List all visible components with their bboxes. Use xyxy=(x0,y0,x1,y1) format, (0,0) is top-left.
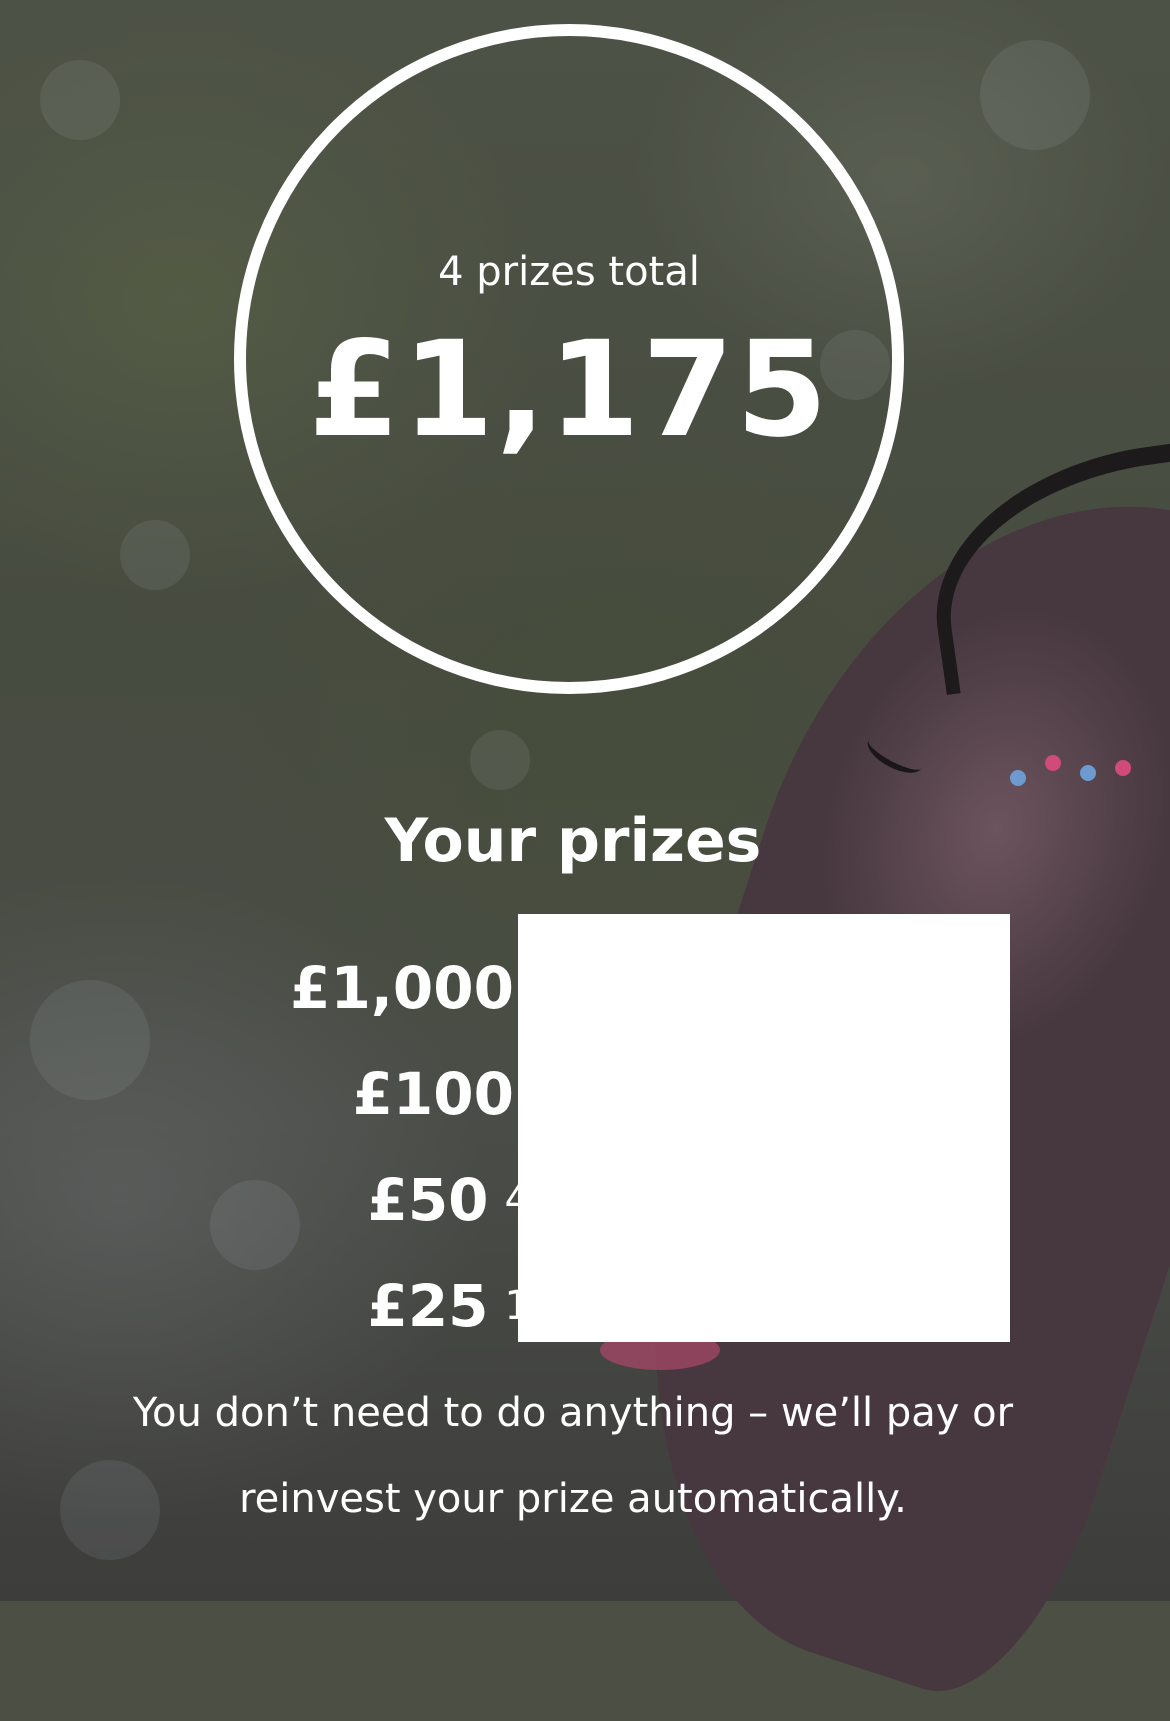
prize-row: £25 1 xyxy=(300,1266,530,1346)
your-prizes-heading: Your prizes xyxy=(384,806,762,876)
bokeh-light xyxy=(980,40,1090,150)
prize-total-amount: £1,175 xyxy=(308,313,830,467)
redaction-box xyxy=(518,914,1010,1342)
prize-row: £100 xyxy=(300,1054,530,1134)
prize-amount: £50 xyxy=(367,1166,489,1234)
face-paint-dot xyxy=(1115,760,1131,776)
prize-count-caption: 4 prizes total xyxy=(438,249,700,295)
prize-row: £50 4 xyxy=(300,1160,530,1240)
bokeh-light xyxy=(40,60,120,140)
prize-row: £1,000 xyxy=(290,948,530,1028)
prize-amount: £25 xyxy=(367,1272,489,1340)
face-paint-dot xyxy=(1080,765,1096,781)
prize-amount: £1,000 xyxy=(290,954,514,1022)
bokeh-light xyxy=(470,730,530,790)
automatic-payout-note: You don’t need to do anything – we’ll pa… xyxy=(132,1390,1014,1522)
face-paint-dot xyxy=(1045,755,1061,771)
bokeh-light xyxy=(120,520,190,590)
person-hair xyxy=(916,432,1170,696)
bokeh-light xyxy=(210,1180,300,1270)
bokeh-light xyxy=(30,980,150,1100)
face-paint-dot xyxy=(1010,770,1026,786)
prize-amount: £100 xyxy=(352,1060,514,1128)
